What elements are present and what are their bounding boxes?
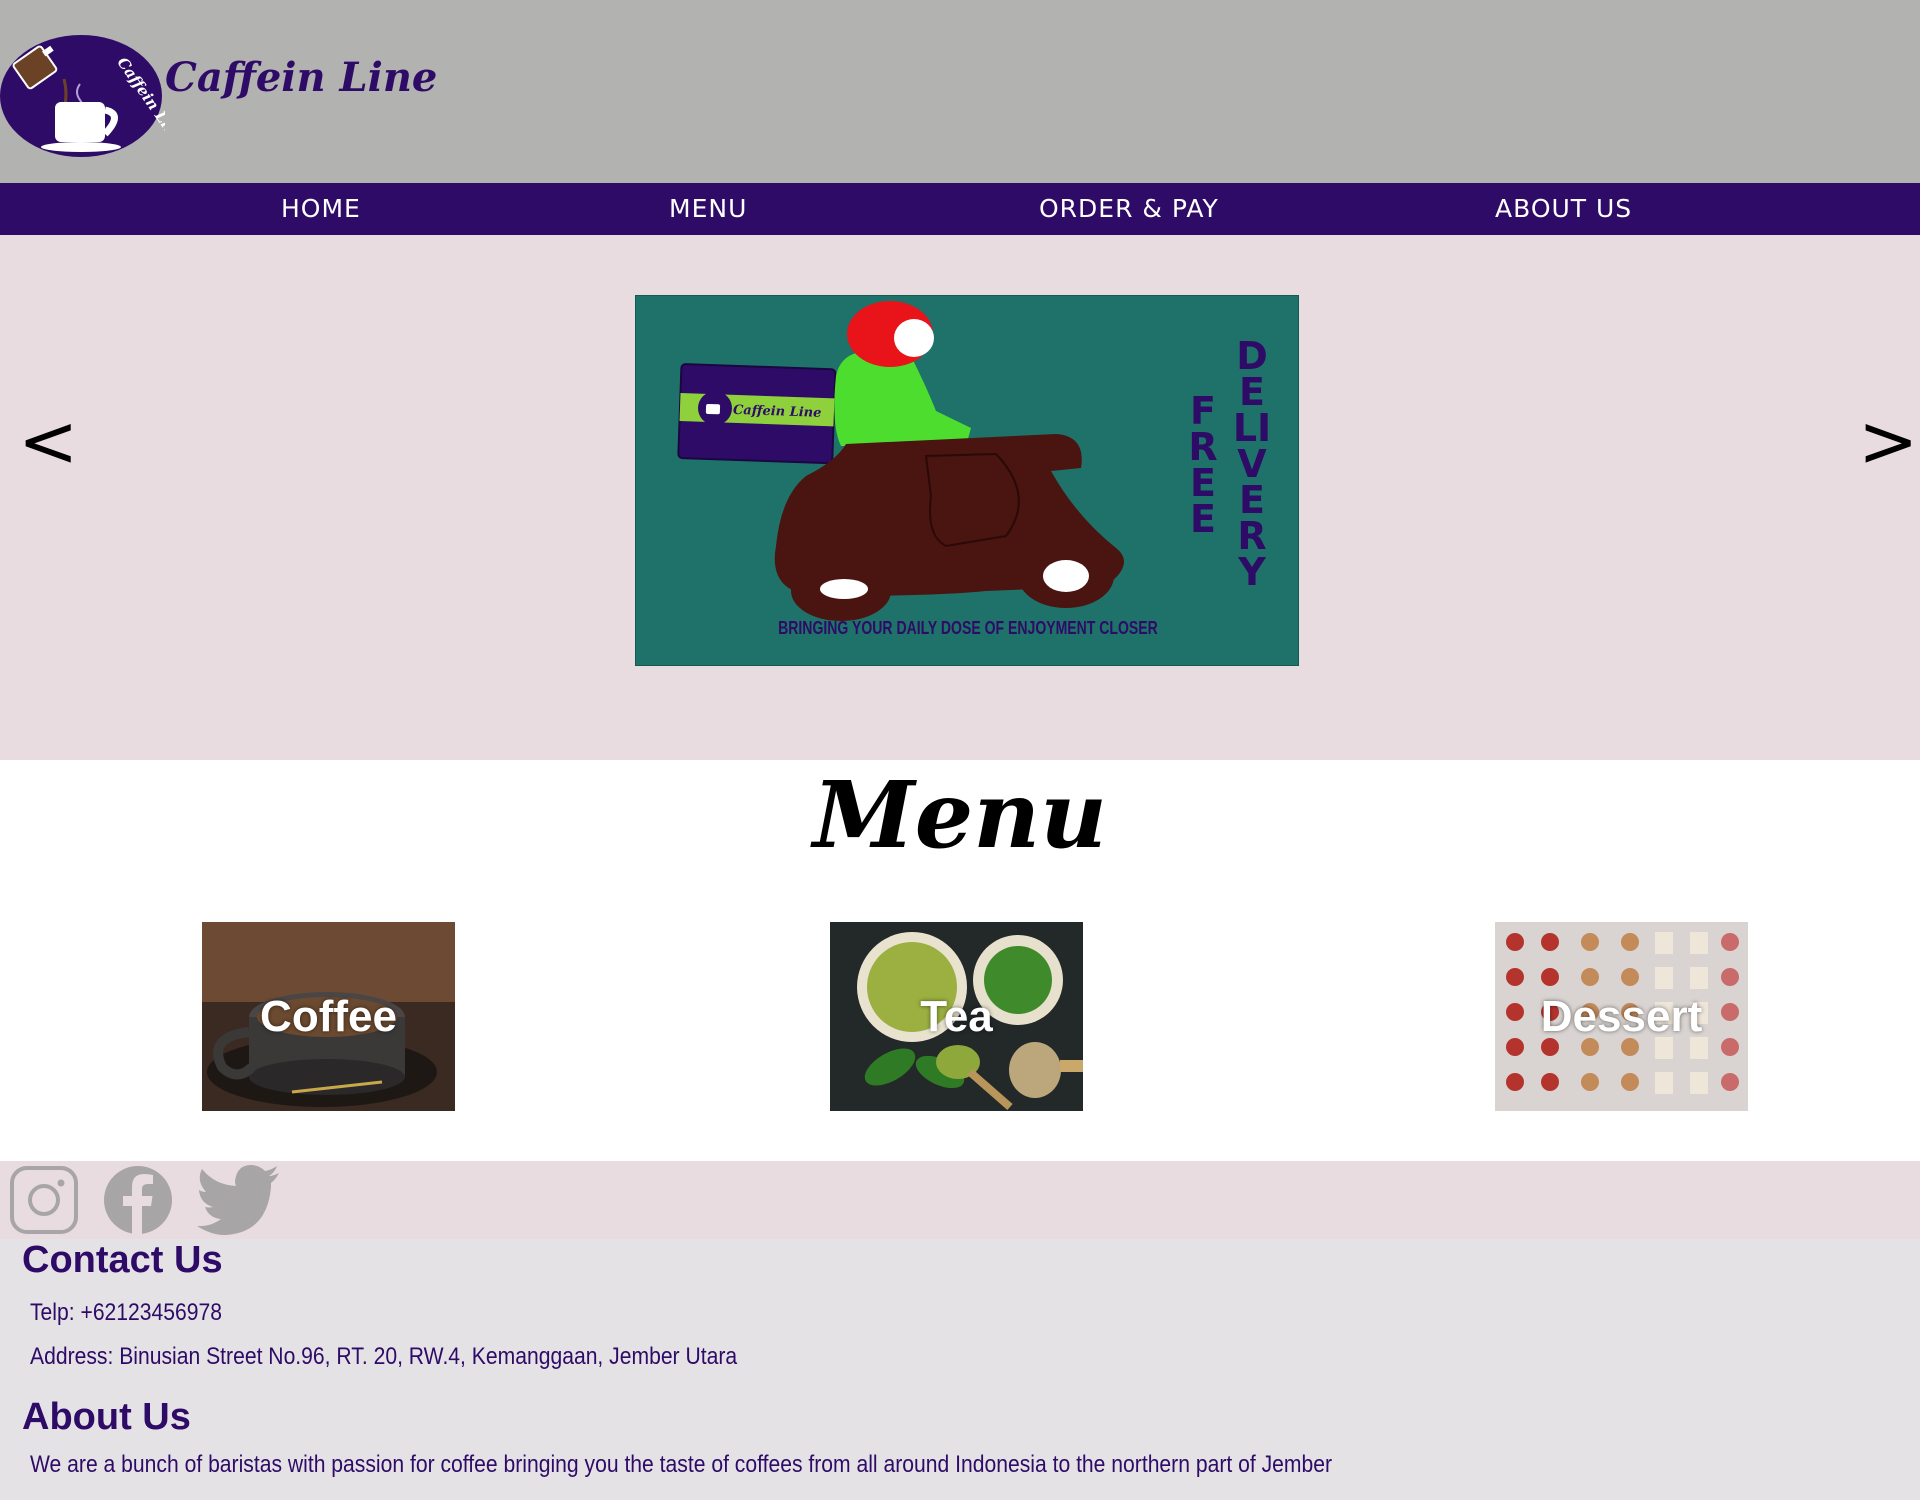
contact-address: Address: Binusian Street No.96, RT. 20, … xyxy=(30,1343,738,1370)
slider-prev-button[interactable]: < xyxy=(18,405,78,477)
logo[interactable]: Caffein Line Caffein Line xyxy=(0,34,437,159)
nav-menu[interactable]: MENU xyxy=(669,183,747,235)
banner-delivery-text: DELIVERY xyxy=(1232,334,1272,594)
instagram-icon[interactable] xyxy=(9,1165,79,1235)
logo-badge-icon: Caffein Line xyxy=(0,35,165,157)
contact-heading: Contact Us xyxy=(22,1239,223,1281)
about-heading: About Us xyxy=(22,1396,191,1438)
menu-card-tea[interactable]: Tea xyxy=(830,922,1083,1111)
delivery-banner: Caffein Line FREE DELIVERY BRINGING YOUR… xyxy=(635,295,1299,666)
menu-card-coffee-label: Coffee xyxy=(260,992,397,1041)
menu-card-coffee[interactable]: Coffee xyxy=(202,922,455,1111)
contact-phone: Telp: +62123456978 xyxy=(30,1299,223,1326)
menu-title: Menu xyxy=(812,761,1108,869)
menu-card-dessert[interactable]: Dessert xyxy=(1495,922,1748,1111)
main-nav: HOME MENU ORDER & PAY ABOUT US xyxy=(0,183,1920,235)
slider-next-button[interactable]: > xyxy=(1858,405,1918,477)
header: Caffein Line Caffein Line xyxy=(0,0,1920,183)
menu-card-dessert-label: Dessert xyxy=(1540,992,1703,1041)
banner-tagline: BRINGING YOUR DAILY DOSE OF ENJOYMENT CL… xyxy=(778,618,1158,638)
promo-slider: < > Caffein Line FREE DELIVERY BRINGING … xyxy=(0,235,1920,760)
facebook-icon[interactable] xyxy=(103,1165,173,1235)
nav-home[interactable]: HOME xyxy=(281,183,361,235)
social-bar xyxy=(0,1161,1920,1239)
nav-about-us[interactable]: ABOUT US xyxy=(1495,183,1632,235)
twitter-icon[interactable] xyxy=(197,1165,279,1235)
menu-card-tea-label: Tea xyxy=(920,992,993,1041)
box-logo-text: Caffein Line xyxy=(733,403,822,421)
logo-text: Caffein Line xyxy=(165,54,438,101)
menu-section: Menu Coffee Tea Dessert xyxy=(0,760,1920,1161)
banner-free-text: FREE xyxy=(1188,389,1218,541)
nav-order-pay[interactable]: ORDER & PAY xyxy=(1039,183,1219,235)
footer: Contact Us Telp: +62123456978 Address: B… xyxy=(0,1239,1920,1500)
about-text: We are a bunch of baristas with passion … xyxy=(30,1451,1333,1478)
